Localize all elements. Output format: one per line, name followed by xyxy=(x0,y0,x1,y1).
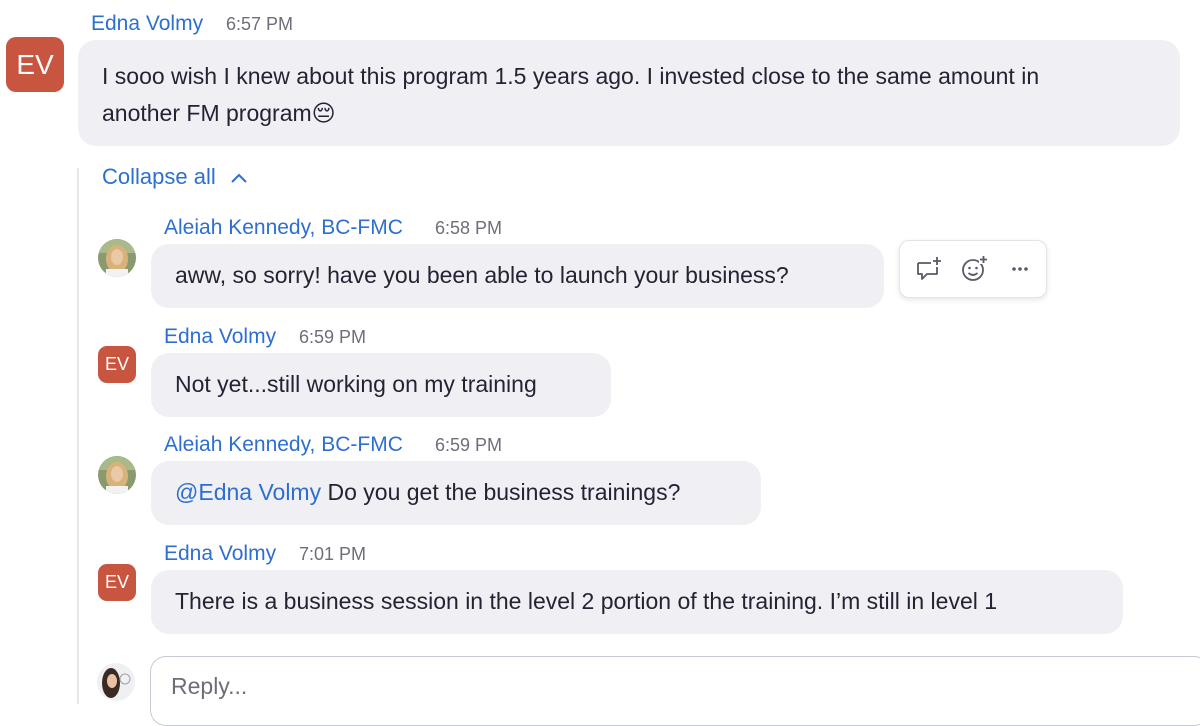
timestamp: 6:59 PM xyxy=(299,327,367,347)
author-name[interactable]: Aleiah Kennedy, BC-FMC xyxy=(164,433,403,457)
message-bubble: Not yet...still working on my training xyxy=(151,353,611,417)
avatar[interactable]: EV xyxy=(98,346,136,383)
chevron-up-icon xyxy=(230,171,248,183)
thread-line xyxy=(77,168,79,704)
message-bubble: There is a business session in the level… xyxy=(151,570,1123,634)
reply-placeholder: Reply... xyxy=(171,673,248,699)
author-name[interactable]: Edna Volmy xyxy=(164,542,276,566)
message-text: aww, so sorry! have you been able to lau… xyxy=(175,262,789,288)
timestamp: 6:58 PM xyxy=(435,218,503,238)
reply-in-thread-icon[interactable] xyxy=(912,253,944,285)
avatar[interactable] xyxy=(98,456,136,494)
avatar[interactable] xyxy=(98,239,136,277)
user-mention[interactable]: @Edna Volmy xyxy=(175,479,321,505)
collapse-all-button[interactable]: Collapse all xyxy=(102,164,248,190)
message-bubble: I sooo wish I knew about this program 1.… xyxy=(78,40,1180,146)
reply-input[interactable]: Reply... xyxy=(150,656,1200,726)
author-name[interactable]: Edna Volmy xyxy=(91,12,203,36)
pensive-emoji-icon: 😔 xyxy=(311,100,336,126)
add-reaction-icon[interactable] xyxy=(958,253,990,285)
message-text: Not yet...still working on my training xyxy=(175,371,537,397)
message-text: I sooo wish I knew about this program 1.… xyxy=(102,63,1040,89)
avatar xyxy=(97,663,135,701)
message-text: There is a business session in the level… xyxy=(175,588,998,614)
more-options-icon[interactable] xyxy=(1004,253,1036,285)
message-bubble: @Edna Volmy Do you get the business trai… xyxy=(151,461,761,525)
message-actions-toolbar xyxy=(899,240,1047,298)
collapse-all-label: Collapse all xyxy=(102,164,216,189)
author-name[interactable]: Aleiah Kennedy, BC-FMC xyxy=(164,216,403,240)
avatar[interactable]: EV xyxy=(6,37,64,92)
timestamp: 7:01 PM xyxy=(299,544,367,564)
timestamp: 6:57 PM xyxy=(226,14,294,34)
author-name[interactable]: Edna Volmy xyxy=(164,325,276,349)
timestamp: 6:59 PM xyxy=(435,435,503,455)
message-bubble: aww, so sorry! have you been able to lau… xyxy=(151,244,884,308)
message-text: Do you get the business trainings? xyxy=(321,479,681,505)
avatar[interactable]: EV xyxy=(98,564,136,601)
message-text: another FM program xyxy=(102,100,312,126)
